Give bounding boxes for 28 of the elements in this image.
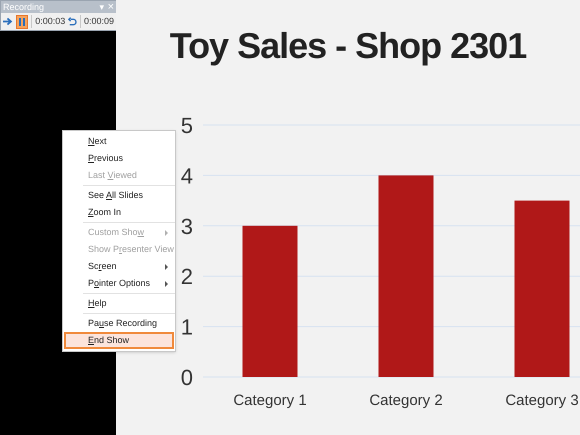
menu-item[interactable]: Pause Recording bbox=[64, 315, 174, 332]
menu-item[interactable]: Screen bbox=[64, 258, 174, 275]
menu-item[interactable]: Previous bbox=[64, 150, 174, 167]
y-tick-label: 3 bbox=[180, 214, 193, 239]
total-time: 0:00:09 bbox=[84, 14, 114, 28]
next-arrow-icon[interactable] bbox=[3, 17, 13, 26]
submenu-arrow-icon bbox=[165, 264, 168, 270]
y-tick-label: 5 bbox=[180, 113, 193, 138]
pause-button[interactable] bbox=[16, 14, 28, 28]
y-tick-label: 0 bbox=[180, 365, 193, 390]
slide-title: Toy Sales - Shop 2301 bbox=[170, 24, 526, 68]
category-label: Category 1 bbox=[233, 392, 307, 409]
submenu-arrow-icon bbox=[165, 230, 168, 236]
menu-item[interactable]: Help bbox=[64, 295, 174, 312]
menu-item[interactable]: End Show bbox=[64, 332, 174, 349]
category-label: Category 2 bbox=[369, 392, 443, 409]
repeat-icon[interactable] bbox=[68, 16, 78, 26]
y-tick-label: 4 bbox=[180, 163, 193, 188]
menu-item[interactable]: Zoom In bbox=[64, 204, 174, 221]
y-tick-label: 2 bbox=[180, 264, 193, 290]
menu-item[interactable]: Next bbox=[64, 133, 174, 150]
submenu-arrow-icon bbox=[165, 280, 168, 286]
menu-item[interactable]: Pointer Options bbox=[64, 275, 174, 292]
menu-item[interactable]: See All Slides bbox=[64, 187, 174, 204]
slide-time: 0:00:03 bbox=[35, 14, 66, 28]
toolbar-title: Recording bbox=[3, 1, 46, 13]
category-label: Category 3 bbox=[505, 392, 579, 409]
y-tick-label: 1 bbox=[180, 314, 193, 340]
